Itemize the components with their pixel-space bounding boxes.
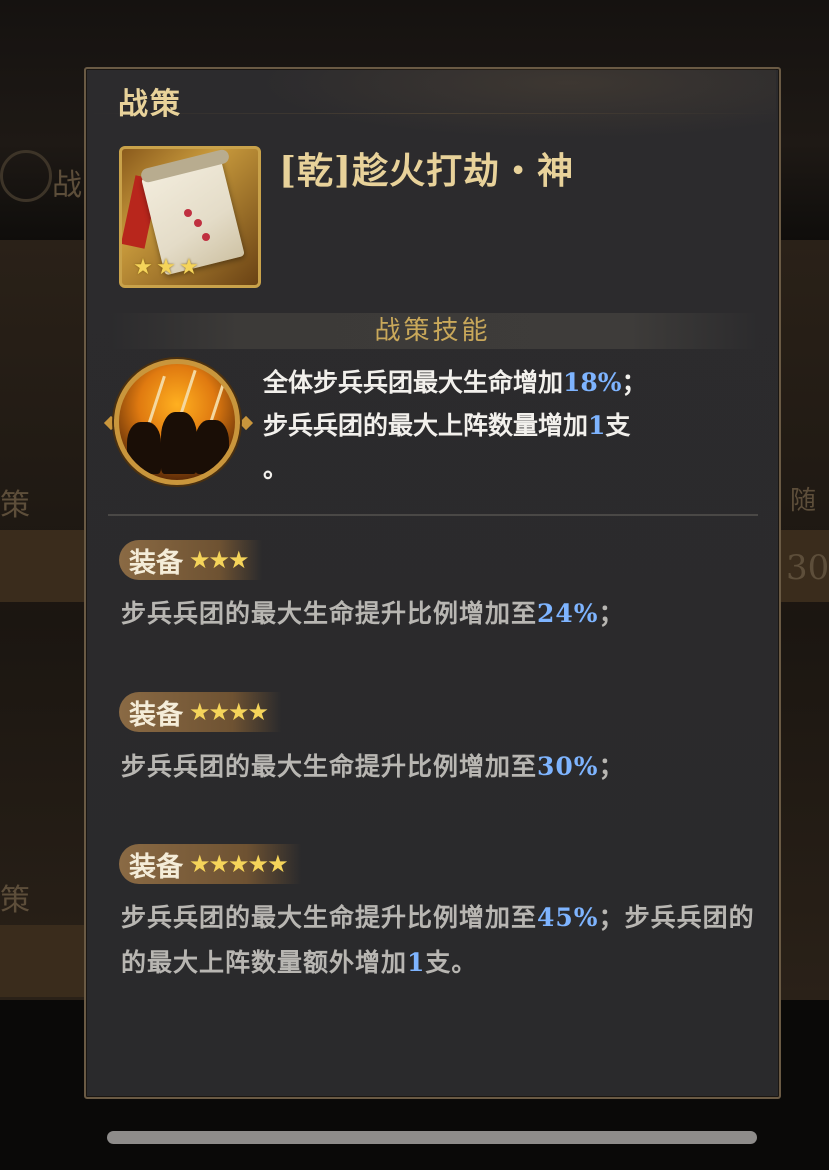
header-line bbox=[86, 113, 779, 114]
equip-tier-description: 步兵兵团的最大生命提升比例增加至30%； bbox=[121, 744, 756, 789]
blossom bbox=[194, 219, 202, 227]
skill-desc-value: 1 bbox=[588, 411, 606, 440]
equip-tier-label: 装备 bbox=[129, 851, 183, 883]
skill-desc-text: ； bbox=[621, 368, 647, 397]
diamond-ornament bbox=[238, 415, 254, 431]
background-strip bbox=[0, 530, 84, 602]
tier-desc-text: 步兵兵团的最大生命提升比例增加至 bbox=[121, 903, 538, 932]
item-name: [乾]趁火打劫・神 bbox=[279, 150, 575, 192]
star-icon: ★★★★ bbox=[189, 698, 269, 726]
tier-desc-text: ； bbox=[598, 752, 625, 781]
tier-desc-value: 1 bbox=[407, 948, 426, 977]
star-icon: ★ bbox=[133, 255, 153, 280]
star-icon: ★★★★★ bbox=[189, 850, 289, 878]
blossom bbox=[184, 209, 192, 217]
equip-tier-description: 步兵兵团的最大生命提升比例增加至24%； bbox=[121, 591, 756, 636]
background-flower-icon bbox=[0, 150, 52, 202]
tier-desc-value: 45% bbox=[537, 903, 599, 932]
background-label: 随 bbox=[790, 486, 817, 516]
strategy-detail-panel: 战策 ★ ★ ★ [乾]趁火打劫・神 战策技能 全体步兵兵团最大生命增加18%；… bbox=[84, 67, 781, 1099]
star-icon: ★ bbox=[156, 255, 176, 280]
skill-desc-text: 步兵兵团的最大上阵数量增加 bbox=[263, 411, 589, 440]
soldier-silhouette bbox=[127, 422, 161, 474]
soldier-silhouette bbox=[195, 420, 229, 474]
blossom bbox=[202, 233, 210, 241]
tier-desc-text: ； bbox=[598, 599, 625, 628]
skill-section-title: 战策技能 bbox=[374, 316, 491, 346]
tier-desc-value: 30% bbox=[537, 752, 599, 781]
home-indicator[interactable] bbox=[107, 1131, 757, 1144]
skill-desc-text: 。 bbox=[263, 454, 289, 483]
skill-desc-value: 18% bbox=[563, 368, 622, 397]
panel-title: 战策 bbox=[118, 87, 182, 122]
tier-desc-text: 支。 bbox=[425, 948, 478, 977]
background-label: 战 bbox=[52, 168, 82, 203]
skill-desc-text: 支 bbox=[605, 411, 631, 440]
header-ornament bbox=[256, 69, 776, 139]
equip-tier-label: 装备 bbox=[129, 699, 183, 731]
skill-desc-text: 全体步兵兵团最大生命增加 bbox=[263, 368, 564, 397]
soldiers-fire-icon bbox=[114, 359, 240, 485]
background-label: 策 bbox=[0, 883, 30, 918]
background-label: 30 bbox=[786, 548, 829, 588]
tier-desc-text: 步兵兵团的最大生命提升比例增加至 bbox=[121, 752, 538, 781]
equip-tier-badge: 装备 ★★★★★ bbox=[119, 844, 301, 884]
scroll-icon: ★ ★ ★ bbox=[119, 146, 261, 288]
star-icon: ★★★ bbox=[189, 546, 250, 574]
item-star-rating: ★ ★ ★ bbox=[132, 257, 200, 279]
tier-desc-text: 步兵兵团的最大生命提升比例增加至 bbox=[121, 599, 538, 628]
tier-desc-value: 24% bbox=[537, 599, 599, 628]
equip-tier-badge: 装备 ★★★★ bbox=[119, 692, 282, 732]
skill-description: 全体步兵兵团最大生命增加18%； 步兵兵团的最大上阵数量增加1支 。 bbox=[263, 361, 743, 490]
star-icon: ★ bbox=[179, 255, 199, 280]
background-label: 策 bbox=[0, 488, 30, 523]
equip-tier-description: 步兵兵团的最大生命提升比例增加至45%；步兵兵团的的最大上阵数量额外增加1支。 bbox=[121, 895, 756, 985]
background-strip bbox=[0, 925, 84, 997]
soldier-silhouette bbox=[161, 412, 197, 474]
equip-tier-badge: 装备 ★★★ bbox=[119, 540, 262, 580]
section-divider bbox=[108, 514, 758, 516]
equip-tier-label: 装备 bbox=[129, 547, 183, 579]
